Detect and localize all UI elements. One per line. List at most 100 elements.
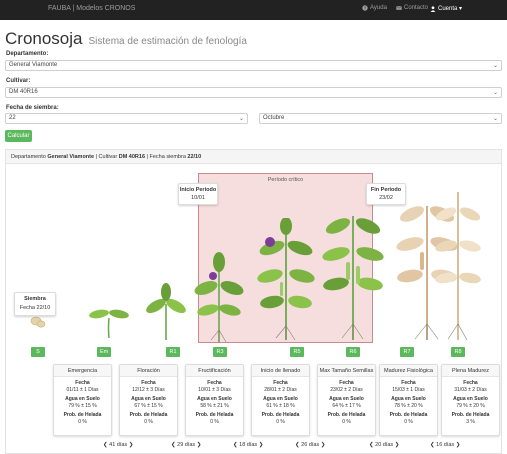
vegetative-plant-illustration: [146, 283, 186, 340]
stage-badge-s[interactable]: S: [31, 347, 45, 357]
inicio-periodo-tooltip: Inicio Periodo 10/01: [178, 183, 218, 205]
brand-link[interactable]: FAUBA | Modelos CRONOS: [48, 5, 135, 12]
summary-fecha-value: 22/10: [187, 154, 202, 160]
card-helada-value: 0 %: [276, 419, 285, 425]
days-gap-value: 26 días: [301, 442, 320, 448]
days-gap: ❮ 18 días ❯: [233, 442, 264, 448]
card-agua-value: 58 % ± 21 %: [200, 403, 229, 409]
envelope-icon: [396, 6, 402, 10]
cultivar-label: Cultivar:: [6, 78, 31, 84]
calcular-button[interactable]: Calcular: [5, 130, 32, 142]
card-agua-label: Agua en Suelo: [263, 396, 298, 402]
month-value: Octubre: [263, 115, 285, 121]
card-fecha-value: 31/03 ± 2 Días: [454, 387, 487, 393]
user-icon: [430, 5, 436, 12]
critical-period-label: Período crítico: [267, 177, 304, 183]
card-agua-label: Agua en Suelo: [329, 396, 364, 402]
card-helada-label: Prob. de Helada: [451, 412, 490, 418]
account-label: Cuenta ▾: [438, 6, 463, 12]
emergence-plant-illustration: [89, 309, 129, 339]
days-gap: ❮ 26 días ❯: [295, 442, 326, 448]
results-summary: Departamento General Viamonte | Cultivar…: [6, 150, 501, 164]
card-fecha-label: Fecha: [401, 380, 416, 386]
card-agua-value: 79 % ± 15 %: [68, 403, 97, 409]
inicio-periodo-date: 10/01: [191, 195, 205, 201]
days-gap-value: 18 días: [239, 442, 258, 448]
card-agua-value: 64 % ± 17 %: [332, 403, 361, 409]
stage-badge-r8[interactable]: R8: [451, 347, 465, 357]
card-agua-label: Agua en Suelo: [453, 396, 488, 402]
stage-badge-r7[interactable]: R7: [400, 347, 414, 357]
stage-card-plena-madurez: Plena Madurez Fecha 31/03 ± 2 Días Agua …: [441, 364, 500, 436]
siembra-text: Fecha 22/10: [19, 305, 51, 311]
days-gap-value: 41 días: [109, 442, 128, 448]
card-helada-label: Prob. de Helada: [327, 412, 366, 418]
stage-card-floracion: Floración Fecha 12/12 ± 3 Días Agua en S…: [119, 364, 178, 436]
summary-fecha-label: | Fecha siembra: [145, 154, 188, 160]
fecha-siembra-label: Fecha de siembra:: [6, 105, 59, 111]
day-select[interactable]: 22 ⌄: [5, 113, 248, 124]
account-menu[interactable]: Cuenta ▾: [430, 5, 462, 12]
days-gap-value: 29 días: [177, 442, 196, 448]
card-agua-label: Agua en Suelo: [197, 396, 232, 402]
card-agua-label: Agua en Suelo: [131, 396, 166, 402]
departamento-label: Departamento:: [6, 51, 49, 57]
card-helada-value: 0 %: [342, 419, 351, 425]
card-title: Madurez Fisiológica: [380, 365, 437, 377]
help-icon: ?: [362, 5, 368, 11]
cultivar-select[interactable]: DM 40R16 ⌄: [5, 87, 502, 98]
help-link[interactable]: ? Ayuda: [362, 5, 387, 11]
card-helada-label: Prob. de Helada: [129, 412, 168, 418]
summary-cult-label: | Cultivar: [94, 154, 119, 160]
stage-badge-r3[interactable]: R3: [213, 347, 227, 357]
day-value: 22: [9, 115, 16, 121]
card-fecha-label: Fecha: [463, 380, 478, 386]
r5-plant-illustration: [257, 218, 315, 341]
card-agua-label: Agua en Suelo: [65, 396, 100, 402]
stage-card-madurez-fisiologica: Madurez Fisiológica Fecha 15/03 ± 1 Días…: [379, 364, 438, 436]
siembra-tooltip: Siembra Fecha 22/10: [14, 292, 56, 316]
card-helada-label: Prob. de Helada: [195, 412, 234, 418]
stage-card-emergencia: Emergencia Fecha 01/11 ± 1 Días Agua en …: [53, 364, 112, 436]
stage-badge-r6[interactable]: R6: [346, 347, 360, 357]
card-fecha-label: Fecha: [339, 380, 354, 386]
days-gap: ❮ 20 días ❯: [369, 442, 400, 448]
days-gap: ❮ 41 días ❯: [103, 442, 134, 448]
r3-plant-illustration: [194, 252, 244, 343]
siembra-title: Siembra: [24, 296, 46, 302]
card-fecha-label: Fecha: [141, 380, 156, 386]
card-title: Fructificación: [186, 365, 243, 377]
card-fecha-value: 10/01 ± 3 Días: [198, 387, 231, 393]
card-fecha-value: 12/12 ± 3 Días: [132, 387, 165, 393]
fin-periodo-title: Fin Periodo: [370, 187, 402, 193]
card-helada-value: 0 %: [78, 419, 87, 425]
stage-badge-em[interactable]: Em: [97, 347, 112, 357]
card-title: Floración: [120, 365, 177, 377]
card-helada-value: 0 %: [404, 419, 413, 425]
stage-card-max-tamano: Max Tamaño Semillas Fecha 23/02 ± 2 Días…: [317, 364, 376, 436]
help-label: Ayuda: [370, 5, 387, 11]
summary-dep-value: General Viamonte: [47, 154, 95, 160]
contact-link[interactable]: Contacto: [396, 5, 428, 11]
r6-plant-illustration: [322, 216, 384, 340]
card-helada-value: 0 %: [144, 419, 153, 425]
card-agua-value: 67 % ± 15 %: [134, 403, 163, 409]
chevron-down-icon: ⌄: [492, 116, 498, 122]
card-agua-value: 61 % ± 18 %: [266, 403, 295, 409]
r8-plant-illustration: [435, 192, 481, 341]
departamento-select[interactable]: General Viamonte ⌄: [5, 60, 502, 71]
card-fecha-label: Fecha: [273, 380, 288, 386]
stage-badge-r1[interactable]: R1: [166, 347, 180, 357]
card-title: Max Tamaño Semillas: [318, 365, 375, 377]
stage-badge-r5[interactable]: R5: [290, 347, 304, 357]
card-fecha-value: 23/02 ± 2 Días: [330, 387, 363, 393]
chevron-down-icon: ⌄: [492, 63, 498, 69]
contact-label: Contacto: [404, 5, 429, 11]
chevron-down-icon: ⌄: [238, 116, 244, 122]
card-agua-label: Agua en Suelo: [391, 396, 426, 402]
card-helada-label: Prob. de Helada: [63, 412, 102, 418]
month-select[interactable]: Octubre ⌄: [259, 113, 502, 124]
card-title: Emergencia: [54, 365, 111, 377]
stage-card-inicio-llenado: Inicio de llenado Fecha 28/01 ± 2 Días A…: [251, 364, 310, 436]
summary-cult-value: DM 40R16: [118, 154, 146, 160]
